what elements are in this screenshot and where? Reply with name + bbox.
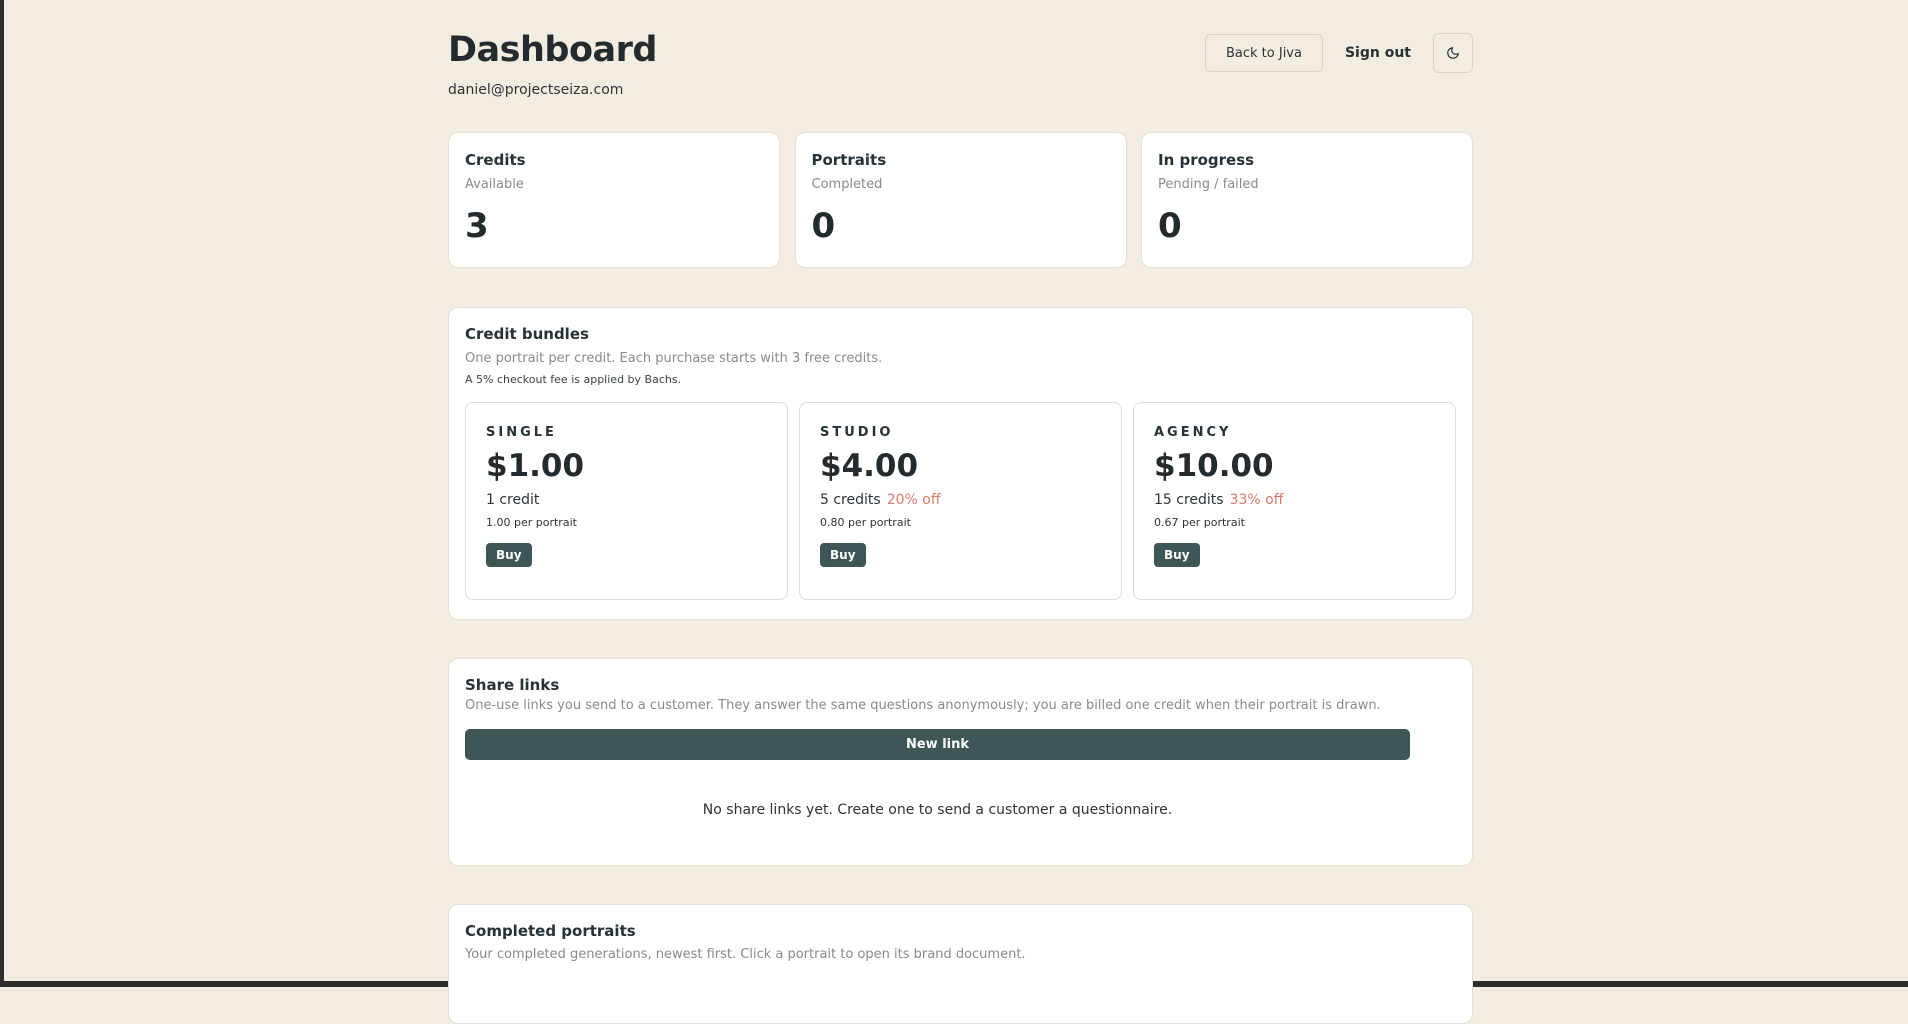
bundle-price: $1.00 xyxy=(486,448,585,484)
bundle-discount: 20% off xyxy=(886,492,941,508)
sign-out-button[interactable]: Sign out xyxy=(1345,45,1411,61)
stat-value: 3 xyxy=(465,206,489,246)
bundle-per-portrait: 1.00 per portrait xyxy=(486,516,577,529)
checkout-fee-note: A 5% checkout fee is applied by Bachs. xyxy=(465,373,682,386)
theme-toggle-button[interactable] xyxy=(1433,33,1473,73)
stat-card-credits: Credits Available 3 xyxy=(448,132,780,268)
stat-card-in-progress: In progress Pending / failed 0 xyxy=(1141,132,1473,268)
stat-label: Credits xyxy=(465,151,526,169)
bundle-card-single: SINGLE $1.00 1 credit 1.00 per portrait … xyxy=(465,402,788,600)
credit-bundles-section: Credit bundles One portrait per credit. … xyxy=(448,307,1473,620)
window-frame-left xyxy=(0,0,4,987)
bundle-credits: 15 credits xyxy=(1154,492,1224,508)
stats-row: Credits Available 3 Portraits Completed … xyxy=(448,132,1473,268)
new-link-button[interactable]: New link xyxy=(465,729,1410,760)
bundle-price: $10.00 xyxy=(1154,448,1274,484)
stat-value: 0 xyxy=(1158,206,1182,246)
stat-subtitle: Completed xyxy=(811,177,883,192)
stat-label: In progress xyxy=(1158,151,1255,169)
stat-subtitle: Pending / failed xyxy=(1158,177,1259,192)
bundle-credits: 5 credits xyxy=(820,492,881,508)
stat-label: Portraits xyxy=(811,151,887,169)
header-actions: Back to Jiva Sign out xyxy=(1204,33,1473,73)
bundle-name: SINGLE xyxy=(486,425,557,440)
section-title: Credit bundles xyxy=(465,325,589,343)
bundle-card-agency: AGENCY $10.00 15 credits 33% off 0.67 per… xyxy=(1133,402,1456,600)
moon-icon xyxy=(1447,47,1459,59)
bundle-name: STUDIO xyxy=(820,425,894,440)
share-links-empty-state: No share links yet. Create one to send a… xyxy=(702,802,1173,818)
buy-agency-button[interactable]: Buy xyxy=(1154,543,1200,567)
share-links-section: Share links One-use links you send to a … xyxy=(448,658,1473,866)
buy-single-button[interactable]: Buy xyxy=(486,543,532,567)
bundle-price: $4.00 xyxy=(820,448,919,484)
bundle-credits-line: 15 credits 33% off xyxy=(1154,492,1435,508)
bundle-discount: 33% off xyxy=(1229,492,1284,508)
bundle-credits: 1 credit xyxy=(486,492,540,508)
main-container: Dashboard daniel@projectseiza.com Back t… xyxy=(448,0,1473,1024)
stat-card-portraits: Portraits Completed 0 xyxy=(794,132,1127,268)
stat-value: 0 xyxy=(811,206,836,246)
section-description: One-use links you send to a customer. Th… xyxy=(465,698,1381,713)
bundle-per-portrait: 0.80 per portrait xyxy=(820,516,911,529)
bundle-per-portrait: 0.67 per portrait xyxy=(1154,516,1245,529)
user-email: daniel@projectseiza.com xyxy=(448,82,624,98)
back-to-jiva-button[interactable]: Back to Jiva xyxy=(1204,34,1323,72)
bundle-list: SINGLE $1.00 1 credit 1.00 per portrait … xyxy=(465,402,1456,600)
section-description: Your completed generations, newest first… xyxy=(465,947,1026,962)
completed-portraits-section: Completed portraits Your completed gener… xyxy=(448,904,1473,1024)
bundle-credits-line: 1 credit xyxy=(486,492,767,508)
section-title: Share links xyxy=(465,676,560,694)
section-description: One portrait per credit. Each purchase s… xyxy=(465,351,883,366)
buy-studio-button[interactable]: Buy xyxy=(820,543,866,567)
page-title: Dashboard xyxy=(448,30,657,70)
section-title: Completed portraits xyxy=(465,922,636,940)
stat-subtitle: Available xyxy=(465,177,524,192)
page-header: Dashboard daniel@projectseiza.com Back t… xyxy=(448,0,1473,132)
bundle-name: AGENCY xyxy=(1154,425,1232,440)
bundle-card-studio: STUDIO $4.00 5 credits 20% off 0.80 per p… xyxy=(799,402,1122,600)
bundle-credits-line: 5 credits 20% off xyxy=(820,492,1101,508)
